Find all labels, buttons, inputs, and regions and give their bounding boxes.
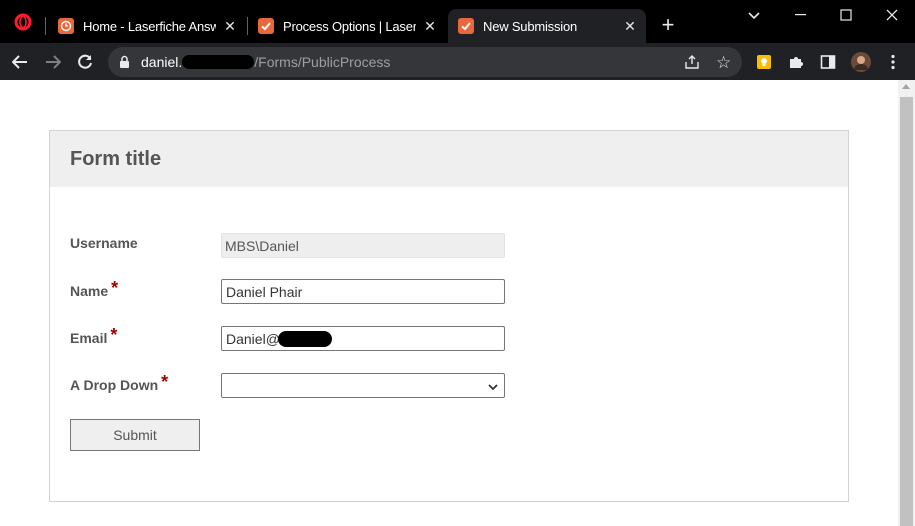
submit-button[interactable]: Submit (70, 419, 200, 451)
close-icon[interactable]: ✕ (622, 18, 638, 35)
url-path: /Forms/PublicProcess (254, 54, 391, 70)
page-scrollbar[interactable] (898, 80, 915, 526)
clock-icon (58, 18, 74, 34)
name-label-text: Name (70, 283, 109, 299)
close-icon[interactable]: ✕ (222, 18, 238, 35)
lock-icon[interactable] (119, 55, 130, 74)
close-icon[interactable]: ✕ (422, 18, 438, 35)
side-panel-icon[interactable] (816, 50, 840, 74)
dropdown-select[interactable] (221, 373, 505, 398)
form-container: Form title Username MBS\Daniel Name * Dan… (49, 130, 849, 502)
form-title: Form title (70, 148, 162, 170)
name-value: Daniel Phair (226, 284, 303, 300)
tab-process-options[interactable]: Process Options | Laserfiche ✕ (248, 9, 446, 43)
required-asterisk: * (111, 278, 119, 298)
opera-icon[interactable] (14, 13, 32, 31)
bookmark-star-icon[interactable]: ☆ (716, 53, 731, 73)
keep-extension-icon[interactable] (752, 50, 776, 74)
username-value: MBS\Daniel (225, 238, 299, 254)
tab-label: New Submission (483, 18, 578, 34)
extensions-puzzle-icon[interactable] (784, 50, 808, 74)
redaction-mark (277, 331, 332, 347)
maximize-icon[interactable] (834, 3, 858, 27)
address-bar[interactable]: daniel. /Forms/PublicProcess ☆ (108, 47, 742, 77)
scroll-thumb[interactable] (900, 97, 913, 526)
browser-toolbar: daniel. /Forms/PublicProcess ☆ (0, 43, 915, 80)
username-label-text: Username (70, 235, 138, 251)
dropdown-label: A Drop Down * (70, 372, 169, 395)
email-label-text: Email (70, 330, 108, 346)
required-asterisk: * (110, 325, 118, 345)
email-value: Daniel@ (226, 331, 280, 347)
share-icon[interactable] (684, 54, 700, 75)
email-label: Email * (70, 325, 118, 348)
name-label: Name * (70, 278, 119, 301)
avatar[interactable] (849, 50, 873, 74)
back-icon[interactable] (8, 50, 32, 74)
reload-icon[interactable] (73, 50, 97, 74)
form-header: Form title (50, 131, 848, 187)
username-label: Username (70, 235, 138, 251)
close-window-icon[interactable] (880, 3, 904, 27)
tab-new-submission[interactable]: New Submission ✕ (448, 9, 646, 43)
checkmark-icon (458, 18, 474, 34)
username-field: MBS\Daniel (221, 233, 505, 258)
dropdown-label-text: A Drop Down (70, 377, 159, 393)
tab-separator (45, 17, 46, 35)
tab-label: Home - Laserfiche Answers (83, 18, 216, 34)
browser-tab-strip: Home - Laserfiche Answers ✕ Process Opti… (0, 0, 915, 43)
scroll-up-icon[interactable] (902, 84, 910, 89)
checkmark-icon (258, 18, 274, 34)
tab-home-laserfiche[interactable]: Home - Laserfiche Answers ✕ (48, 9, 246, 43)
tab-label: Process Options | Laserfiche (283, 18, 416, 34)
email-field[interactable]: Daniel@ (221, 326, 505, 351)
minimize-icon[interactable] (789, 3, 813, 27)
new-tab-icon[interactable]: + (656, 12, 680, 37)
menu-kebab-icon[interactable] (881, 50, 905, 74)
name-field[interactable]: Daniel Phair (221, 279, 505, 304)
url-text: daniel. /Forms/PublicProcess (141, 54, 390, 70)
url-host: daniel. (141, 54, 183, 70)
required-asterisk: * (161, 372, 169, 392)
forward-icon[interactable] (41, 50, 65, 74)
page-content: Form title Username MBS\Daniel Name * Dan… (0, 80, 898, 526)
chevron-down-icon (488, 379, 498, 391)
tab-search-chevron-icon[interactable] (742, 4, 766, 28)
redaction-mark (182, 55, 255, 69)
